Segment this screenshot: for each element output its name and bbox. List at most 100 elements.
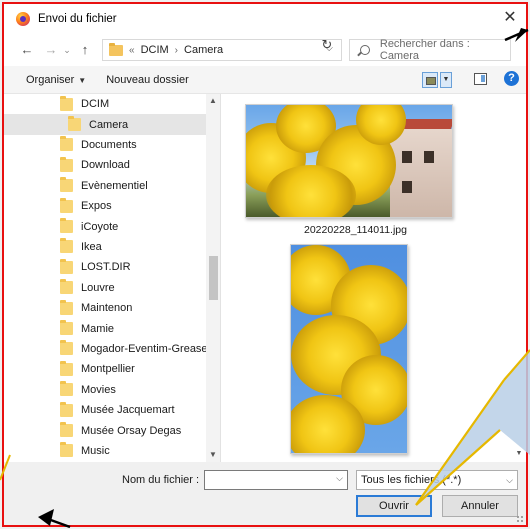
tree-item[interactable]: Music xyxy=(4,441,206,461)
tree-item[interactable]: Movies xyxy=(4,380,206,400)
tree-scrollbar[interactable]: ▲ ▼ xyxy=(206,94,220,462)
tree-item-label: LOST.DIR xyxy=(81,261,131,274)
organize-label: Organiser xyxy=(26,73,75,86)
filetype-value: Tous les fichiers (*.*) xyxy=(361,474,462,486)
address-bar[interactable]: « DCIM › Camera ⌵ xyxy=(102,39,342,61)
search-placeholder: Rechercher dans : Camera xyxy=(379,38,470,62)
filetype-select[interactable]: Tous les fichiers (*.*) ⌵ xyxy=(356,470,518,490)
folder-icon xyxy=(60,299,73,315)
folder-icon xyxy=(60,197,73,213)
file-list-pane: 20220228_114011.jpg ▼ xyxy=(220,94,526,462)
organize-menu-button[interactable]: Organiser ▼ xyxy=(26,74,86,86)
preview-pane-icon[interactable] xyxy=(474,73,487,85)
thumbnail-window xyxy=(402,181,412,193)
folder-icon xyxy=(60,258,73,274)
tree-item-label: Music xyxy=(81,444,110,457)
tree-item-label: Expos xyxy=(81,200,112,213)
new-folder-button[interactable]: Nouveau dossier xyxy=(106,74,189,86)
tree-item[interactable]: Evènementiel xyxy=(4,176,206,196)
folder-icon xyxy=(60,320,73,336)
folder-icon xyxy=(60,218,73,234)
tree-item[interactable]: Mamie xyxy=(4,318,206,338)
folder-icon xyxy=(60,238,73,254)
folder-icon xyxy=(60,136,73,152)
folder-icon xyxy=(60,360,73,376)
tree-item[interactable]: Louvre xyxy=(4,278,206,298)
folder-icon xyxy=(60,340,73,356)
folder-icon xyxy=(60,401,73,417)
file-thumbnail-2[interactable] xyxy=(290,244,408,454)
tree-item-label: Download xyxy=(81,159,130,172)
folder-icon xyxy=(60,156,73,172)
thumbnail-window xyxy=(424,151,434,163)
tree-item[interactable]: Musée Orsay Degas xyxy=(4,420,206,440)
tree-item[interactable]: Maintenon xyxy=(4,298,206,318)
filetype-chevron-icon: ⌵ xyxy=(506,475,513,485)
scroll-up-arrow-icon[interactable]: ▲ xyxy=(206,94,220,108)
open-button[interactable]: Ouvrir xyxy=(356,495,432,517)
title-bar: Envoi du fichier ✕ xyxy=(4,4,526,34)
tree-item-label: Louvre xyxy=(81,281,115,294)
window-title: Envoi du fichier xyxy=(38,13,117,25)
search-icon xyxy=(360,45,370,55)
back-arrow-icon[interactable]: ← xyxy=(18,41,36,59)
scroll-thumb[interactable] xyxy=(209,256,218,300)
filename-input[interactable]: ⌵ xyxy=(204,470,348,490)
address-segment-dcim[interactable]: DCIM xyxy=(141,44,169,56)
folder-icon xyxy=(60,442,73,458)
address-separator-icon: › xyxy=(174,44,179,56)
tree-item-label: Musée Jacquemart xyxy=(81,404,175,417)
tree-item-label: Movies xyxy=(81,383,116,396)
refresh-icon[interactable]: ↻ xyxy=(316,37,338,53)
tree-item[interactable]: iCoyote xyxy=(4,216,206,236)
up-arrow-icon[interactable]: ↑ xyxy=(76,41,94,59)
close-icon[interactable]: ✕ xyxy=(500,8,520,28)
cancel-button[interactable]: Annuler xyxy=(442,495,518,517)
command-toolbar: Organiser ▼ Nouveau dossier ▼ ? xyxy=(4,66,526,94)
navigation-bar: ← → ⌄ ↑ « DCIM › Camera ⌵ ↻ Rechercher d… xyxy=(4,34,526,66)
address-overflow-chevron[interactable]: « xyxy=(129,45,135,56)
tree-item-label: Mogador-Eventim-Grease xyxy=(81,342,208,355)
tree-item[interactable]: DCIM xyxy=(4,94,206,114)
firefox-icon xyxy=(16,12,30,26)
scroll-down-arrow-icon[interactable]: ▼ xyxy=(514,450,524,460)
help-icon[interactable]: ? xyxy=(504,71,519,86)
caret-down-icon: ▼ xyxy=(78,75,87,85)
tree-item-label: Mamie xyxy=(81,322,115,335)
filename-history-chevron-icon[interactable]: ⌵ xyxy=(336,473,343,484)
tree-item[interactable]: Mogador-Eventim-Grease xyxy=(4,339,208,359)
tree-item-label: Documents xyxy=(81,138,137,151)
folder-icon xyxy=(60,279,73,295)
file-name[interactable]: 20220228_114011.jpg xyxy=(304,224,407,236)
tree-item-label: Montpellier xyxy=(81,363,135,376)
view-options-caret-icon[interactable]: ▼ xyxy=(440,72,452,88)
tree-item[interactable]: Expos xyxy=(4,196,206,216)
filename-label: Nom du fichier : xyxy=(122,474,200,486)
forward-arrow-icon[interactable]: → xyxy=(42,41,60,59)
bottom-bar: Nom du fichier : ⌵ Tous les fichiers (*.… xyxy=(4,462,526,525)
scroll-down-arrow-icon[interactable]: ▼ xyxy=(206,448,220,462)
folder-icon xyxy=(60,422,73,438)
folder-tree: Music Musée Orsay Degas Musée Jacquemart Mo… xyxy=(4,94,220,462)
tree-item-label: Maintenon xyxy=(81,302,133,315)
recent-locations-chevron-icon[interactable]: ⌄ xyxy=(62,41,72,59)
tree-item[interactable]: LOST.DIR xyxy=(4,257,206,277)
thumbnail-house xyxy=(390,129,452,217)
tree-item[interactable]: Montpellier xyxy=(4,359,206,379)
folder-icon xyxy=(60,177,73,193)
tree-item[interactable]: Download xyxy=(4,155,206,175)
tree-item-label: DCIM xyxy=(81,98,110,111)
address-segment-camera[interactable]: Camera xyxy=(184,44,223,56)
search-box[interactable]: Rechercher dans : Camera xyxy=(349,38,511,62)
tree-item-label: iCoyote xyxy=(81,220,119,233)
tree-item[interactable]: Camera xyxy=(4,114,206,135)
tree-item-label: Evènementiel xyxy=(81,179,148,192)
view-mode-icon[interactable] xyxy=(422,72,438,88)
folder-icon xyxy=(60,381,73,397)
file-thumbnail-1[interactable] xyxy=(245,104,453,218)
resize-grip-icon[interactable] xyxy=(516,515,524,523)
tree-item[interactable]: Documents xyxy=(4,135,206,155)
tree-item[interactable]: Musée Jacquemart xyxy=(4,400,206,420)
tree-item[interactable]: Ikea xyxy=(4,237,206,257)
tree-item-label: Camera xyxy=(89,118,129,131)
